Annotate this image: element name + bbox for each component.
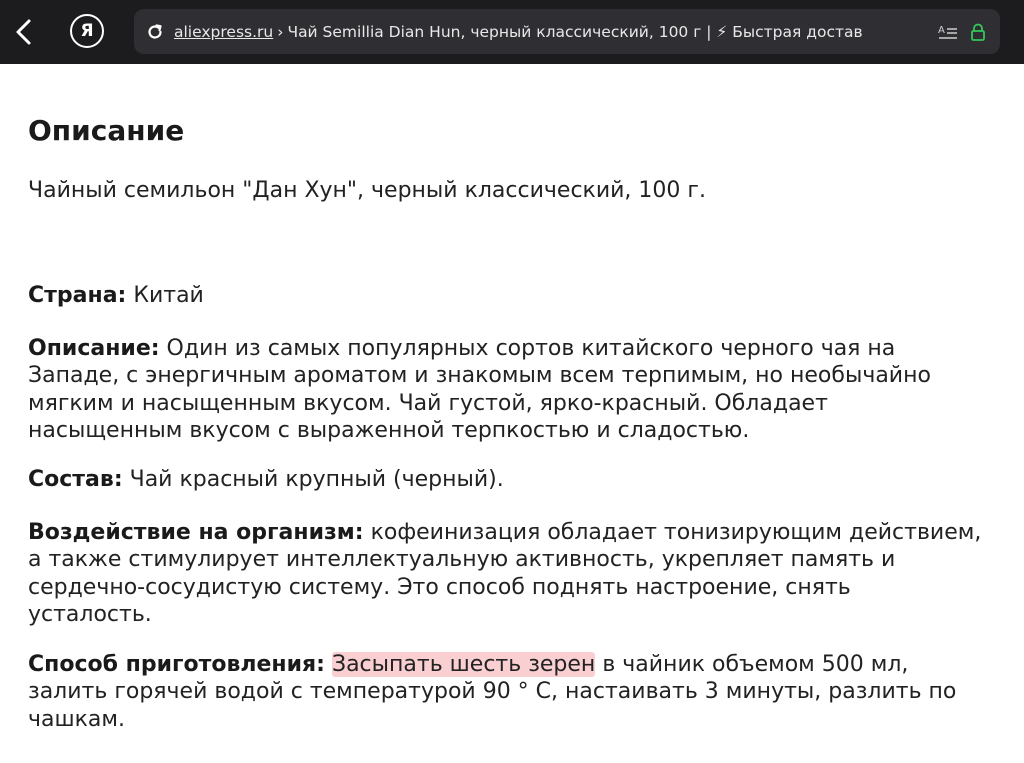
back-button[interactable] (6, 12, 42, 52)
url-separator: › (277, 22, 284, 41)
description-line: мягким и насыщенным вкусом. Чай густой, … (28, 390, 828, 416)
effect-line: кофеинизация обладает тонизирующим дейст… (363, 520, 982, 545)
effect-line: а также стимулирует интеллектуальную акт… (28, 547, 896, 573)
effect-line: усталость. (28, 601, 152, 627)
effect-label: Воздействие на организм: (28, 520, 364, 545)
description-line: Один из самых популярных сортов китайско… (159, 336, 896, 361)
section-heading: Описание (28, 114, 185, 147)
reader-mode-icon[interactable]: A (938, 23, 958, 41)
preparation-line: в чайник объемом 500 мл, (595, 652, 909, 677)
address-bar[interactable]: aliexpress.ru › Чай Semillia Dian Hun, чер… (134, 9, 1000, 54)
page-title-in-url: Чай Semillia Dian Hun, черный классическ… (287, 22, 863, 41)
country-label: Страна: (28, 283, 127, 308)
description-label: Описание: (28, 336, 160, 361)
effect-line: сердечно-сосудистую систему. Это способ … (28, 574, 851, 600)
effect-paragraph: Воздействие на организм: кофеинизация об… (28, 519, 1024, 628)
preparation-paragraph: Способ приготовления: Засыпать шесть зер… (28, 651, 1024, 733)
description-line: насыщенным вкусом с выраженной терпкость… (28, 417, 750, 443)
svg-text:A: A (938, 25, 945, 36)
address-text[interactable]: aliexpress.ru › Чай Semillia Dian Hun, чер… (174, 23, 928, 41)
composition-label: Состав: (28, 467, 123, 492)
reload-icon[interactable] (146, 23, 164, 41)
composition-paragraph: Состав: Чай красный крупный (черный). (28, 466, 1024, 493)
browser-toolbar: Я aliexpress.ru › Чай Semillia Dian Hun, ч… (0, 0, 1024, 64)
lock-icon[interactable] (970, 23, 986, 41)
description-line: Западе, с энергичным ароматом и знакомым… (28, 363, 931, 389)
country-paragraph: Страна: Китай (28, 282, 1024, 309)
yandex-logo-letter: Я (80, 21, 94, 41)
country-value: Китай (126, 283, 204, 308)
highlighted-text[interactable]: Засыпать шесть зерен (331, 652, 596, 677)
yandex-logo-button[interactable]: Я (70, 14, 104, 48)
product-subtitle: Чайный семильон "Дан Хун", черный класси… (28, 178, 706, 203)
preparation-label: Способ приготовления: (28, 652, 325, 677)
description-paragraph: Описание: Один из самых популярных сорто… (28, 335, 1024, 444)
preparation-line: залить горячей водой с температурой 90 °… (28, 679, 957, 705)
url-domain: aliexpress.ru (174, 22, 274, 41)
chevron-left-icon (16, 19, 31, 45)
composition-value: Чай красный крупный (черный). (122, 467, 504, 492)
preparation-line: чашкам. (28, 706, 125, 732)
